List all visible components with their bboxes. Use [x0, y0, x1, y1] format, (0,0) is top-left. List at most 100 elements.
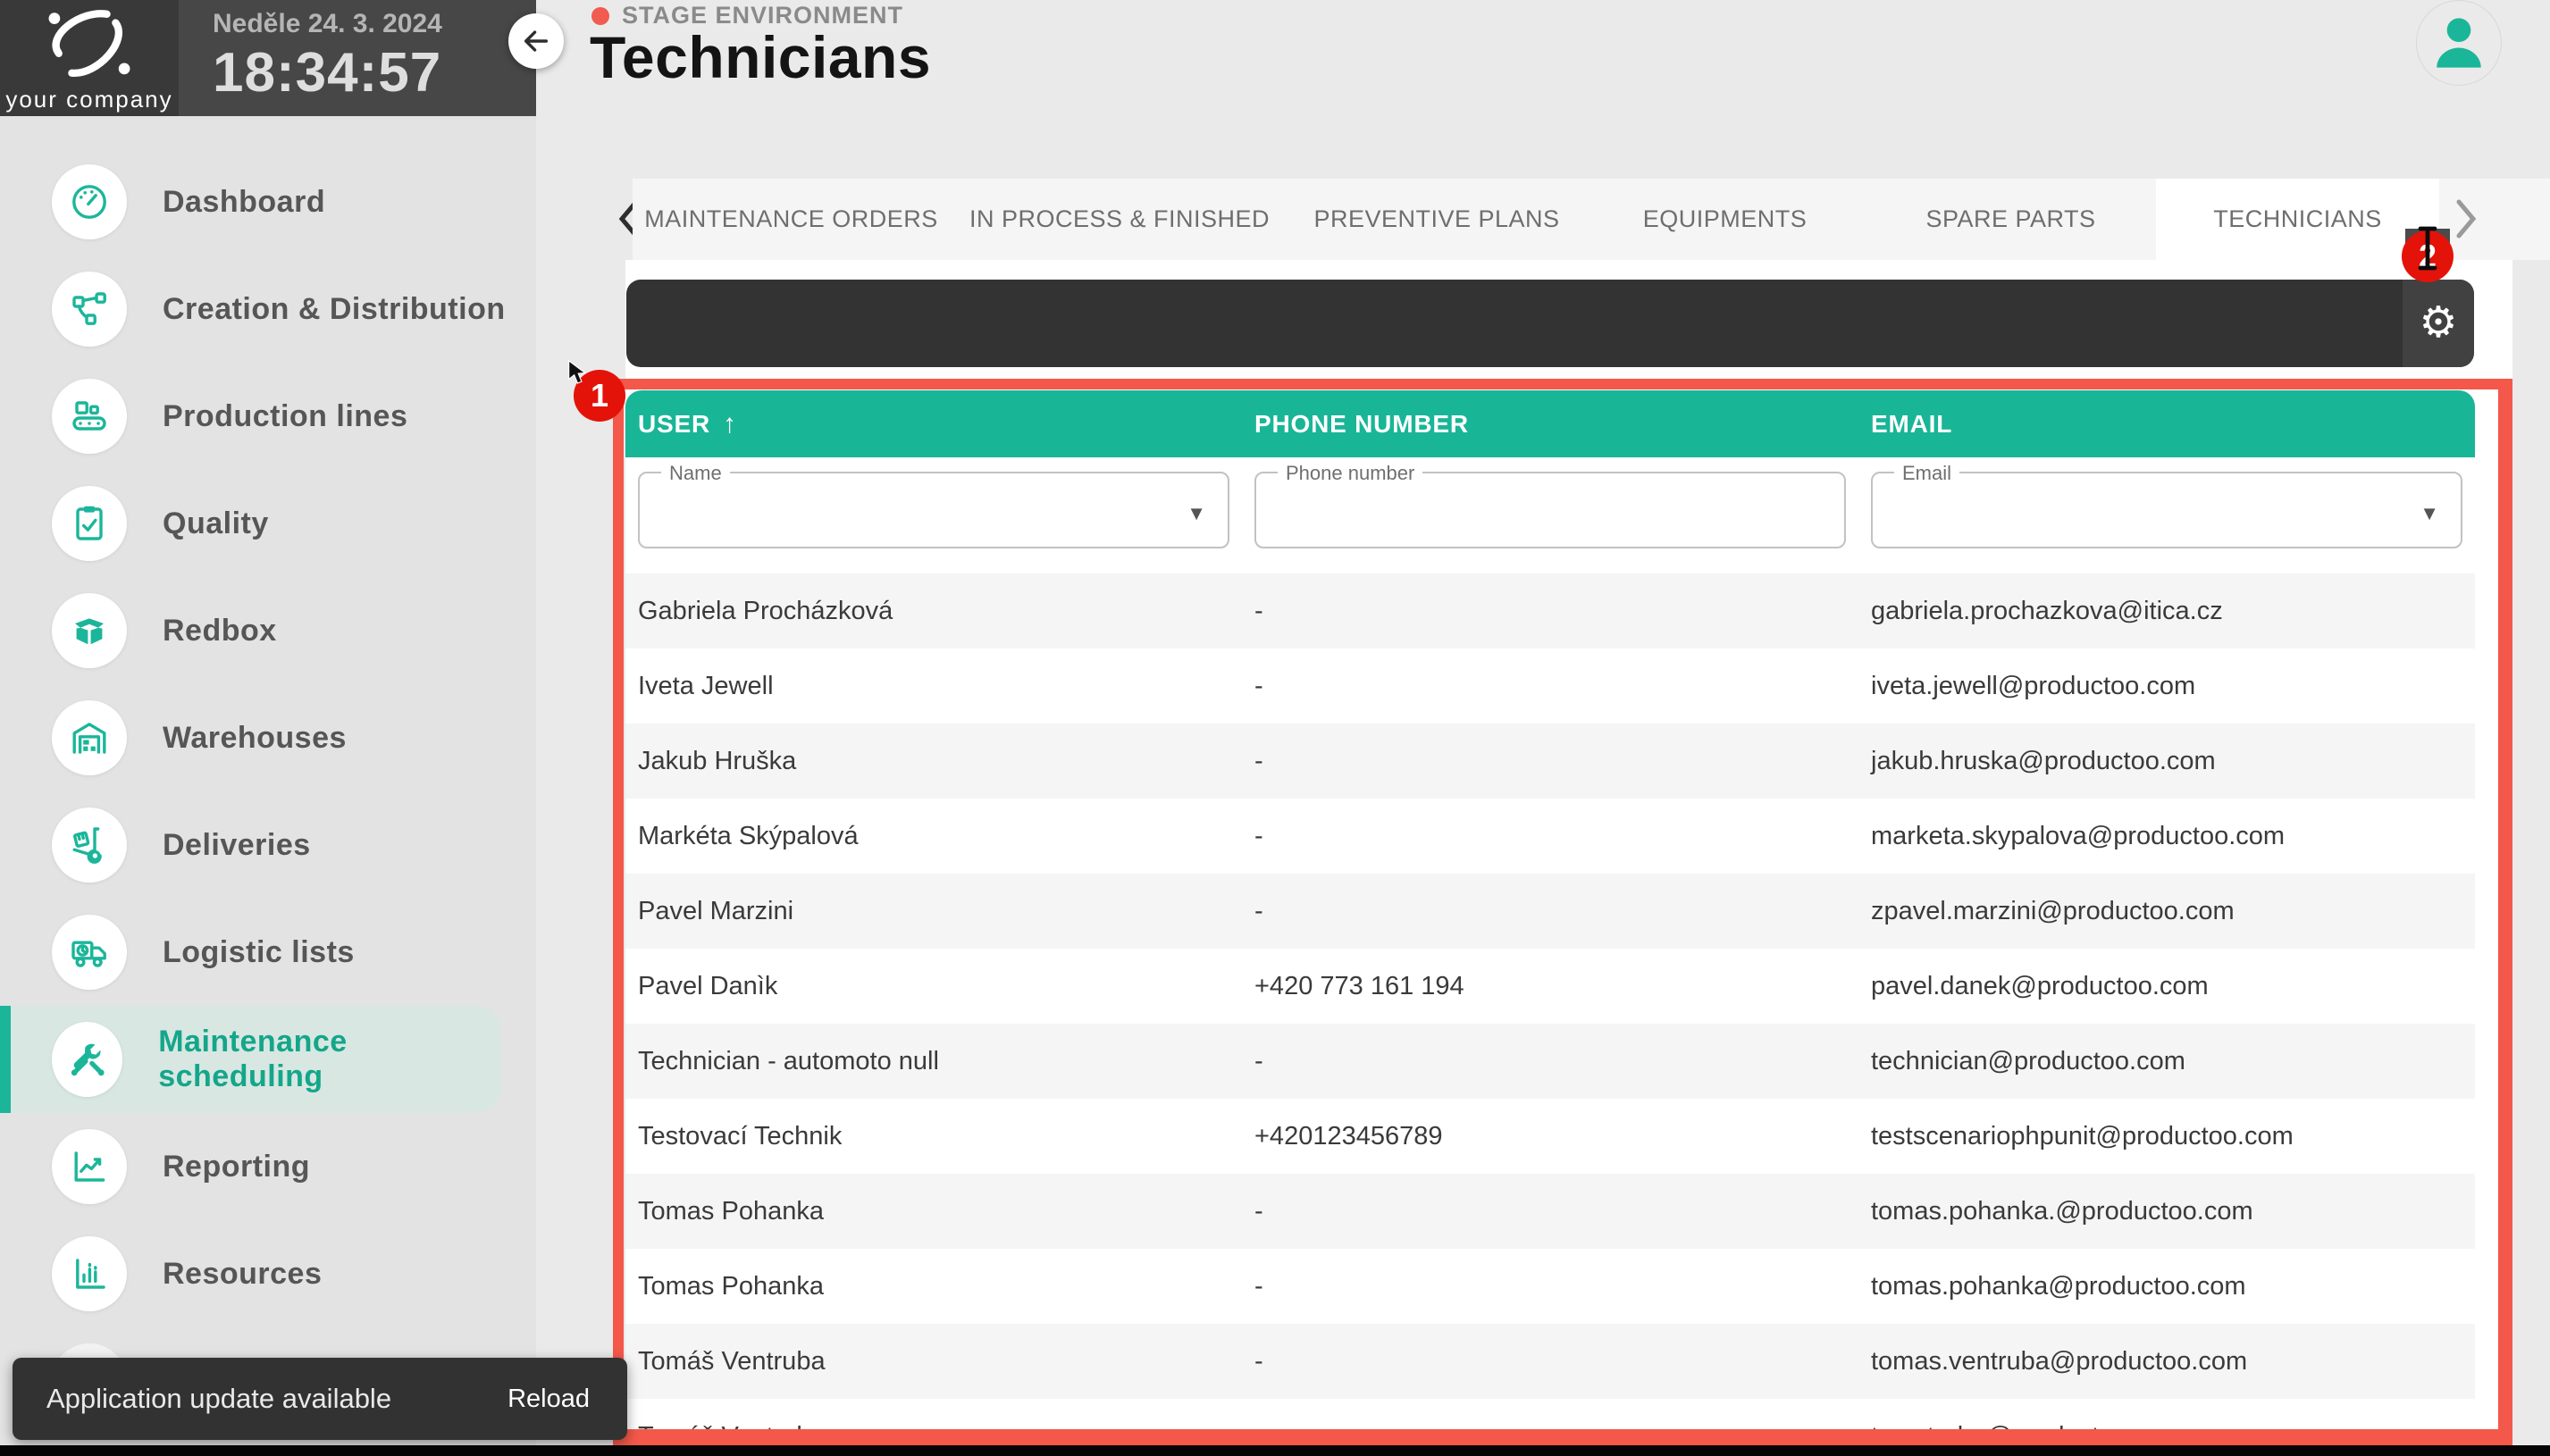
table-row[interactable]: Tomas Pohanka - tomas.pohanka@productoo.… [625, 1249, 2475, 1324]
table-row[interactable]: Tomáš Ventruba - tomas.ventruba@producto… [625, 1324, 2475, 1399]
filter-cell-name: Name ▼ [625, 457, 1242, 573]
table-row[interactable]: Markéta Skýpalová - marketa.skypalova@pr… [625, 799, 2475, 874]
line-chart-icon [74, 1151, 105, 1182]
column-header-user[interactable]: USER ↑ [625, 409, 1242, 439]
tab-spare-parts[interactable]: SPARE PARTS [1866, 179, 2156, 260]
sidebar-item-redbox[interactable]: Redbox [0, 577, 536, 684]
column-header-phone-label: PHONE NUMBER [1254, 409, 1469, 438]
user-avatar[interactable] [2416, 0, 2502, 86]
tabs-scroll-right-icon[interactable] [2454, 198, 2480, 239]
back-button[interactable] [508, 13, 564, 69]
cell-user: Gabriela Procházková [638, 596, 893, 625]
sidebar-nav: Dashboard Creation & Distribution Produc… [0, 148, 536, 1327]
email-filter-label: Email [1894, 462, 1960, 485]
cell-user: Tomáš Ventruba [638, 1346, 826, 1376]
sidebar-item-label: Resources [163, 1256, 323, 1291]
cell-phone: - [1254, 1346, 1263, 1376]
tab-in-process-finished[interactable]: IN PROCESS & FINISHED [950, 179, 1289, 260]
table-row[interactable]: Pavel Danìk +420 773 161 194 pavel.danek… [625, 949, 2475, 1024]
name-filter-select[interactable]: Name ▼ [638, 462, 1229, 548]
sidebar-item-dashboard[interactable]: Dashboard [0, 148, 536, 255]
cell-email: tomas.ventruba@productoo.com [1871, 1346, 2248, 1376]
column-header-user-label: USER [638, 409, 710, 438]
filter-cell-email: Email ▼ [1858, 457, 2475, 573]
chevron-down-icon: ▼ [2420, 502, 2439, 524]
time-label: 18:34:57 [213, 42, 442, 104]
sidebar-icon-circle [52, 807, 127, 883]
sidebar-item-label: Dashboard [163, 184, 326, 219]
tabs-strip: MAINTENANCE ORDERS IN PROCESS & FINISHED… [633, 179, 2550, 260]
sidebar-item-label: Warehouses [163, 720, 347, 755]
tab-maintenance-orders[interactable]: MAINTENANCE ORDERS [633, 179, 950, 260]
sidebar-item-label: Deliveries [163, 827, 311, 862]
datetime: Neděle 24. 3. 2024 18:34:57 [213, 9, 442, 105]
sidebar-icon-circle [52, 272, 127, 347]
clipboard-check-icon [76, 506, 103, 540]
sidebar-item-reporting[interactable]: Reporting [0, 1113, 536, 1220]
sidebar-item-label: Creation & Distribution [163, 291, 506, 326]
table-row[interactable]: Testovací Technik +420123456789 testscen… [625, 1099, 2475, 1174]
top-header: your company Neděle 24. 3. 2024 18:34:57 [0, 0, 536, 116]
sort-asc-icon: ↑ [723, 408, 737, 439]
company-logo: your company [0, 0, 179, 116]
sidebar-item-warehouses[interactable]: Warehouses [0, 684, 536, 791]
sidebar-item-maintenance-scheduling[interactable]: Maintenance scheduling [0, 1006, 500, 1113]
sidebar-item-label: Logistic lists [163, 934, 355, 969]
column-header-phone[interactable]: PHONE NUMBER [1242, 410, 1858, 439]
filter-cell-phone: Phone number [1242, 457, 1858, 573]
environment-dot-icon [591, 6, 609, 25]
filter-row: Name ▼ Phone number Email ▼ [625, 457, 2475, 573]
phone-filter-input[interactable]: Phone number [1254, 462, 1846, 548]
cell-email: pavel.danek@productoo.com [1871, 971, 2209, 1000]
tab-technicians[interactable]: TECHNICIANS [2156, 179, 2439, 260]
table-row[interactable]: Jakub Hruška - jakub.hruska@productoo.co… [625, 724, 2475, 799]
cell-phone: - [1254, 821, 1263, 850]
cell-phone: +420 773 161 194 [1254, 971, 1464, 1000]
page-title: Technicians [590, 24, 932, 90]
name-filter-label: Name [661, 462, 730, 485]
bottom-edge-bar [0, 1445, 2550, 1456]
sidebar-icon-circle [52, 700, 127, 775]
phone-filter-label: Phone number [1278, 462, 1423, 485]
sidebar-item-logistic-lists[interactable]: Logistic lists [0, 899, 536, 1006]
sidebar-item-deliveries[interactable]: Deliveries [0, 791, 536, 899]
table-row[interactable]: Iveta Jewell - iveta.jewell@productoo.co… [625, 649, 2475, 724]
cell-phone: - [1254, 596, 1263, 625]
cell-user: Tomas Pohanka [638, 1196, 824, 1226]
table-row[interactable]: Tomas Pohanka - tomas.pohanka.@productoo… [625, 1174, 2475, 1249]
date-label: Neděle 24. 3. 2024 [213, 9, 442, 38]
cell-phone: - [1254, 1271, 1263, 1301]
table-row[interactable]: Pavel Marzini - zpavel.marzini@productoo… [625, 874, 2475, 949]
column-header-email-label: EMAIL [1871, 409, 1953, 438]
update-snackbar: Application update available Reload [13, 1358, 627, 1440]
mouse-cursor-icon [568, 359, 587, 384]
tab-label: PREVENTIVE PLANS [1313, 205, 1560, 232]
app-root: your company Neděle 24. 3. 2024 18:34:57… [0, 0, 2550, 1456]
tab-preventive-plans[interactable]: PREVENTIVE PLANS [1289, 179, 1584, 260]
sidebar-item-production-lines[interactable]: Production lines [0, 363, 536, 470]
settings-button[interactable]: ⚙ [2403, 280, 2474, 367]
sidebar-icon-circle [52, 1022, 123, 1097]
sidebar-icon-circle [52, 593, 127, 668]
tab-label: IN PROCESS & FINISHED [969, 205, 1271, 232]
chevron-down-icon: ▼ [1187, 502, 1206, 524]
sidebar-item-resources[interactable]: Resources [0, 1220, 536, 1327]
sidebar-item-quality[interactable]: Quality [0, 470, 536, 577]
sidebar-icon-circle [52, 486, 127, 561]
sidebar-item-creation-distribution[interactable]: Creation & Distribution [0, 255, 536, 363]
table-row[interactable]: Technician - automoto null - technician@… [625, 1024, 2475, 1099]
cell-user: Iveta Jewell [638, 671, 774, 700]
badge-1-label: 1 [590, 377, 609, 414]
cell-email: gabriela.prochazkova@itica.cz [1871, 596, 2223, 625]
cell-user: Tomas Pohanka [638, 1271, 824, 1301]
column-header-email[interactable]: EMAIL [1858, 410, 2475, 439]
cell-phone: - [1254, 896, 1263, 925]
tools-icon [71, 1043, 105, 1076]
cell-email: marketa.skypalova@productoo.com [1871, 821, 2286, 850]
email-filter-select[interactable]: Email ▼ [1871, 462, 2462, 548]
reload-button[interactable]: Reload [507, 1385, 590, 1414]
table-row[interactable]: Gabriela Procházková - gabriela.prochazk… [625, 573, 2475, 649]
tab-equipments[interactable]: EQUIPMENTS [1584, 179, 1866, 260]
text-cursor-icon [2418, 226, 2437, 271]
cell-email: tomas.pohanka.@productoo.com [1871, 1196, 2253, 1226]
